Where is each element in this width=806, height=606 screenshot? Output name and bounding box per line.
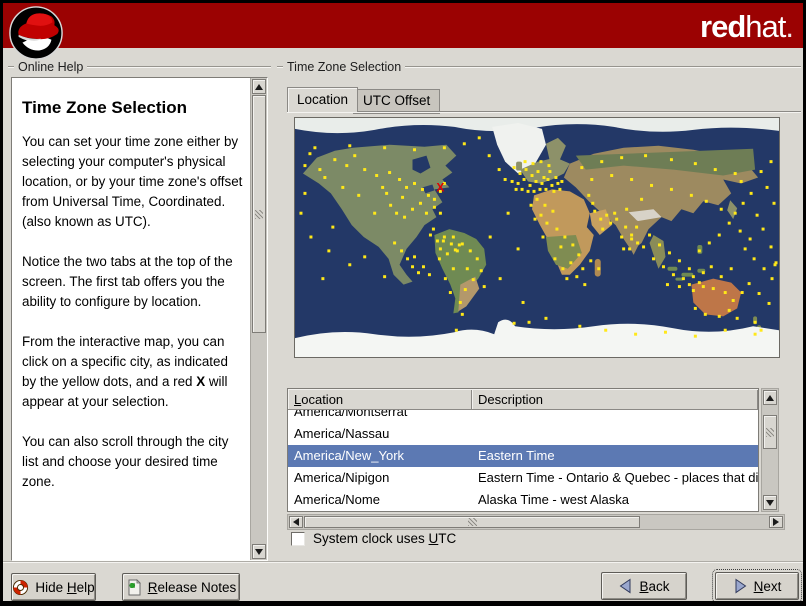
tab-location[interactable]: Location <box>287 87 359 112</box>
redhat-shadowman-logo-icon <box>8 5 64 66</box>
selected-city-marker: X <box>436 180 444 194</box>
table-vscrollbar-thumb[interactable] <box>763 415 777 449</box>
system-clock-utc-checkbox[interactable] <box>291 531 305 546</box>
back-button[interactable]: Back <box>601 572 687 600</box>
scroll-right-icon[interactable] <box>769 516 783 528</box>
release-notes-button[interactable]: Release Notes <box>122 573 240 601</box>
top-banner <box>3 3 803 48</box>
next-label: Next <box>753 578 782 594</box>
help-text: Time Zone Selection You can set your tim… <box>22 98 243 489</box>
utc-checkbox-row: System clock uses UTC <box>291 531 456 546</box>
table-row[interactable]: America/Nassau <box>288 423 758 445</box>
table-header: Location Description <box>288 389 758 410</box>
release-notes-label: Release Notes <box>147 579 237 595</box>
scroll-up-icon[interactable] <box>763 390 777 405</box>
next-arrow-icon <box>735 578 746 594</box>
scroll-left-icon[interactable] <box>289 516 303 528</box>
lifebuoy-icon <box>13 579 29 595</box>
scroll-down-icon[interactable] <box>763 495 777 510</box>
table-vscrollbar[interactable] <box>761 388 779 512</box>
timezone-table: Location Description America/Montserrat A… <box>287 388 759 512</box>
installer-window: redhat. Online Help Time Zone Selection … <box>0 0 806 606</box>
online-help-panel: Time Zone Selection You can set your tim… <box>11 77 268 561</box>
timezone-table-body-inner: America/Montserrat America/Nassau America/… <box>288 410 758 511</box>
scroll-down-icon[interactable] <box>252 544 266 559</box>
next-button[interactable]: Next <box>712 569 802 601</box>
release-notes-icon <box>128 578 141 595</box>
column-header-description[interactable]: Description <box>472 389 758 409</box>
system-clock-utc-label[interactable]: System clock uses UTC <box>313 531 456 546</box>
help-scrollbar-thumb[interactable] <box>252 95 266 333</box>
table-row[interactable]: America/Montserrat <box>288 410 758 423</box>
table-hscrollbar[interactable] <box>287 514 785 530</box>
back-arrow-icon <box>620 578 631 594</box>
back-label: Back <box>639 578 670 594</box>
help-scrollbar[interactable] <box>250 78 267 560</box>
scroll-up-icon[interactable] <box>252 79 266 94</box>
redhat-wordmark: redhat. <box>700 9 794 44</box>
table-hscrollbar-thumb[interactable] <box>304 516 640 528</box>
timezone-table-body[interactable]: America/Montserrat America/Nassau America/… <box>288 410 758 511</box>
column-header-location[interactable]: Location <box>288 389 472 409</box>
help-title: Time Zone Selection <box>22 98 188 117</box>
table-row[interactable]: America/Nome Alaska Time - west Alaska <box>288 489 758 511</box>
timezone-frame-label: Time Zone Selection <box>277 60 801 74</box>
table-row[interactable]: America/Nipigon Eastern Time - Ontario & … <box>288 467 758 489</box>
hide-help-label: Hide Help <box>35 579 95 595</box>
world-map[interactable]: X <box>294 117 780 358</box>
table-row[interactable]: America/New_York Eastern Time <box>288 445 758 467</box>
hide-help-button[interactable]: Hide Help <box>11 573 96 601</box>
